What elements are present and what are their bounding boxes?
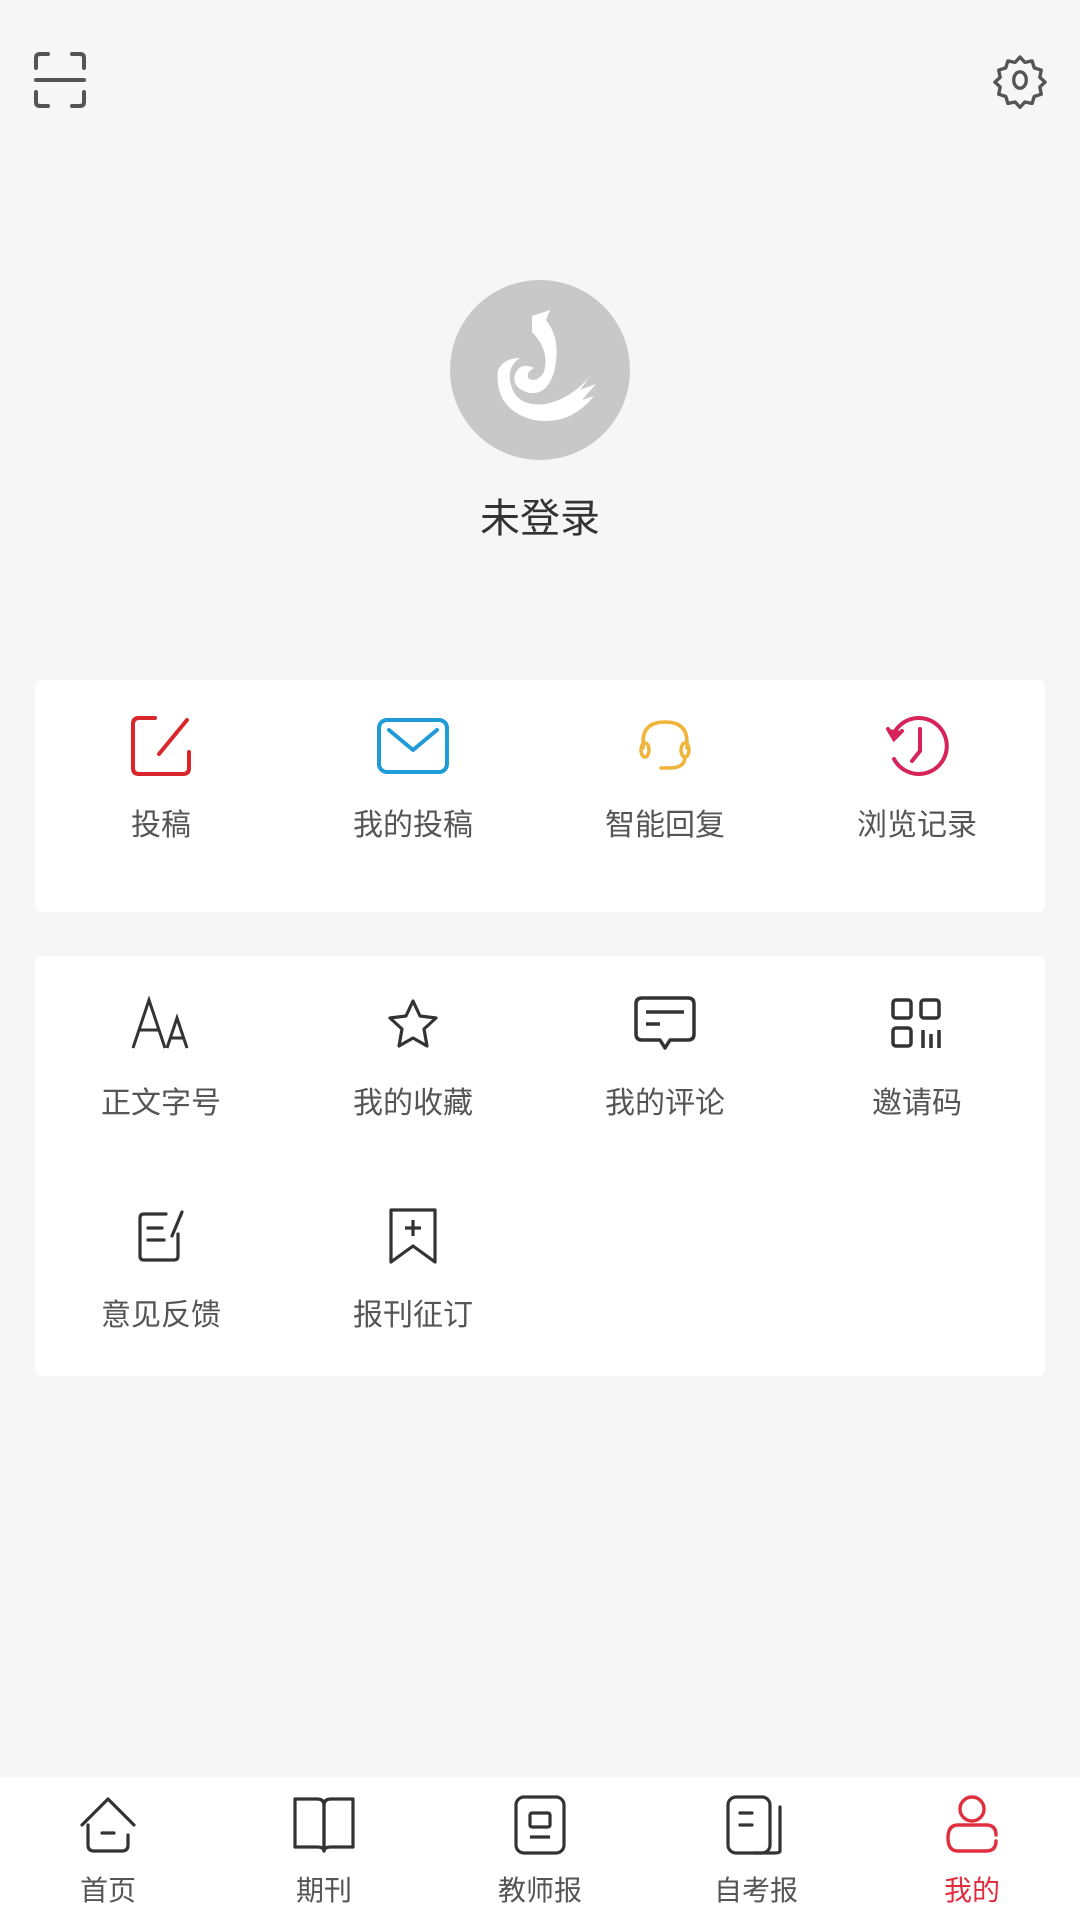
tool-feedback[interactable]: 意见反馈: [35, 1196, 287, 1376]
newspaper-icon: [514, 1795, 566, 1855]
quick-actions-card: 投稿 我的投稿 智能回复 浏览记录: [35, 680, 1045, 912]
login-status[interactable]: 未登录: [0, 486, 1080, 544]
tab-label: 首页: [79, 1874, 136, 1907]
scan-button[interactable]: [28, 48, 92, 112]
app-logo-icon: [497, 310, 596, 421]
scan-icon: [34, 52, 86, 108]
comment-icon: [634, 996, 696, 1050]
tool-font-size[interactable]: 正文字号: [35, 984, 287, 1164]
avatar[interactable]: [450, 280, 630, 460]
tab-teachers-paper[interactable]: 教师报: [432, 1777, 648, 1920]
book-icon: [293, 1797, 355, 1853]
tool-subscription[interactable]: 报刊征订: [287, 1196, 539, 1376]
quick-action-label: 浏览记录: [857, 808, 977, 843]
qr-code-icon: [891, 998, 941, 1048]
bottom-nav: 首页 期刊 教师报 自考报 我的: [0, 1777, 1080, 1920]
tool-invite-code[interactable]: 邀请码: [791, 984, 1043, 1164]
quick-action-label: 我的投稿: [353, 808, 473, 843]
tab-label: 教师报: [497, 1874, 582, 1907]
home-icon: [80, 1797, 136, 1853]
tool-favorites[interactable]: 我的收藏: [287, 984, 539, 1164]
tab-self-exam-paper[interactable]: 自考报: [648, 1777, 864, 1920]
tab-label: 期刊: [295, 1874, 352, 1907]
tool-label: 正文字号: [101, 1086, 221, 1121]
tool-label: 意见反馈: [101, 1298, 221, 1333]
tab-label: 我的: [943, 1874, 1000, 1907]
quick-action-smart-reply[interactable]: 智能回复: [539, 706, 791, 886]
quick-action-submit[interactable]: 投稿: [35, 706, 287, 886]
quick-action-label: 智能回复: [605, 808, 725, 843]
headset-icon: [639, 720, 691, 770]
quick-action-my-submissions[interactable]: 我的投稿: [287, 706, 539, 886]
paper-icon: [726, 1795, 782, 1855]
tab-journals[interactable]: 期刊: [216, 1777, 432, 1920]
star-icon: [388, 999, 438, 1048]
tool-label: 报刊征订: [353, 1298, 473, 1333]
tab-mine[interactable]: 我的: [864, 1777, 1080, 1920]
bookmark-add-icon: [389, 1208, 437, 1264]
user-icon: [946, 1795, 998, 1853]
edit-icon: [131, 716, 191, 776]
tab-label: 自考报: [713, 1874, 798, 1907]
mail-icon: [377, 718, 449, 774]
quick-action-history[interactable]: 浏览记录: [791, 706, 1043, 886]
gear-icon: [993, 55, 1047, 109]
tool-label: 我的评论: [605, 1086, 725, 1121]
tools-card: 正文字号 我的收藏 我的评论 邀请码 意见反馈 报刊征订: [35, 956, 1045, 1376]
quick-action-label: 投稿: [131, 808, 191, 843]
feedback-icon: [138, 1210, 184, 1262]
tab-home[interactable]: 首页: [0, 1777, 216, 1920]
history-icon: [886, 716, 949, 776]
settings-button[interactable]: [988, 48, 1052, 112]
tool-label: 我的收藏: [353, 1086, 473, 1121]
font-size-icon: [131, 996, 189, 1049]
tool-comments[interactable]: 我的评论: [539, 984, 791, 1164]
tool-label: 邀请码: [872, 1086, 962, 1121]
